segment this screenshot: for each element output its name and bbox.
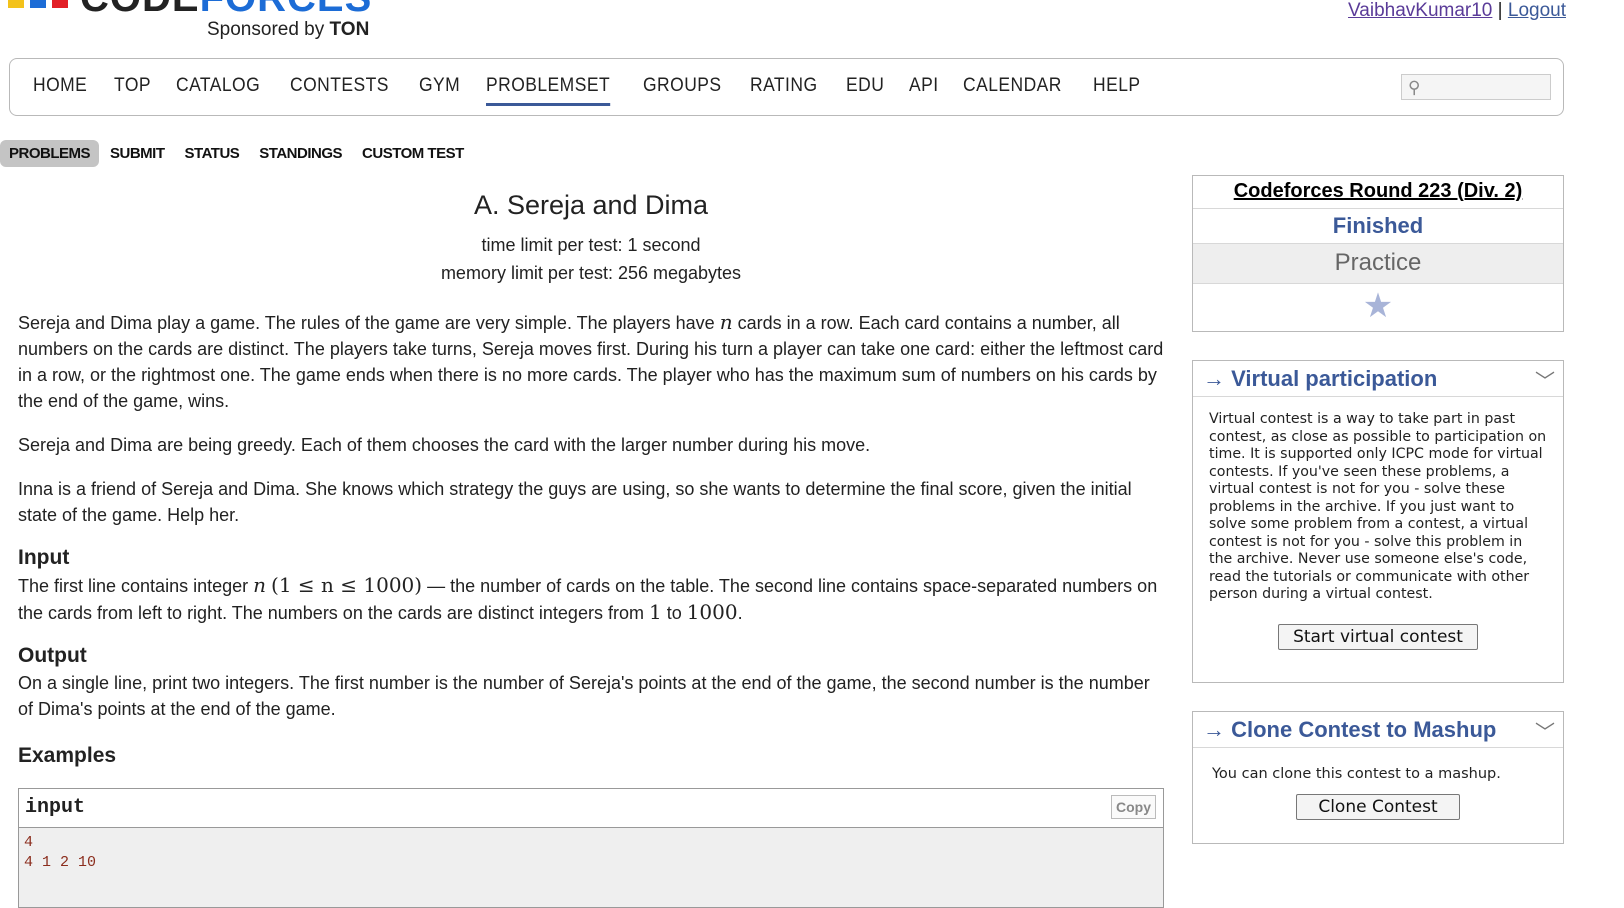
sample-test: input Copy 4 4 1 2 10 [18,788,1164,908]
contest-name-link[interactable]: Codeforces Round 223 (Div. 2) [1234,180,1523,202]
copy-button[interactable]: Copy [1111,795,1156,819]
legend-paragraph-1: Sereja and Dima play a game. The rules o… [18,310,1164,411]
contest-practice: Practice [1193,244,1563,284]
star-icon[interactable]: ★ [1193,284,1563,331]
time-limit: time limit per test: 1 second [481,235,701,255]
contest-phase: Finished [1193,209,1563,244]
chevron-down-icon[interactable]: ﹀ [1535,365,1555,394]
logo-bar-blue [30,0,46,8]
legend-paragraph-3: Inna is a friend of Sereja and Dima. She… [18,479,1132,525]
clone-contest-box: → Clone Contest to Mashup ﹀ You can clon… [1192,711,1564,844]
menu-item-api[interactable]: API [909,75,939,106]
sample-input-text[interactable]: 4 4 1 2 10 [19,828,1163,878]
logout-link[interactable]: Logout [1508,0,1566,21]
menu-item-contests[interactable]: CONTESTS [290,75,389,106]
problem-title: A. Sereja and Dima [473,190,709,220]
menu-item-top[interactable]: TOP [114,75,151,106]
contest-name: Codeforces Round 223 (Div. 2) [1193,176,1563,209]
subtab-submit[interactable]: SUBMIT [101,140,174,167]
memory-limit: memory limit per test: 256 megabytes [440,263,742,283]
logo-bar-red [52,0,68,8]
output-section-title: Output [18,644,87,667]
sample-input-header: input Copy [19,789,1163,828]
menu-item-problemset[interactable]: PROBLEMSET [485,75,611,106]
user-links: VaibhavKumar10 | Logout [1348,0,1566,21]
contest-info-box: Codeforces Round 223 (Div. 2) Finished P… [1192,175,1564,332]
menu-item-home[interactable]: HOME [33,75,87,106]
menu-item-rating[interactable]: RATING [750,75,818,106]
subtab-status[interactable]: STATUS [176,140,249,167]
virtual-participation-box: → Virtual participation ﹀ Virtual contes… [1192,360,1564,683]
problemset-subtabs: PROBLEMS SUBMIT STATUS STANDINGS CUSTOM TEST [0,140,475,167]
input-section-title: Input [18,546,70,569]
menu-item-edu[interactable]: EDU [846,75,884,106]
magnifier-icon: ⚲ [1408,78,1421,97]
clone-contest-text: You can clone this contest to a mashup. [1212,766,1501,782]
logo-wordmark: CODEFORCES [80,0,372,21]
menu-item-calendar[interactable]: CALENDAR [963,75,1062,106]
menu-item-gym[interactable]: GYM [419,75,460,106]
virtual-participation-caption[interactable]: → Virtual participation ﹀ [1193,361,1563,397]
clone-contest-caption[interactable]: → Clone Contest to Mashup ﹀ [1193,712,1563,748]
sponsor-text: Sponsored by TON [207,19,370,40]
menu-item-help[interactable]: HELP [1093,75,1141,106]
logo-bar-yellow [8,0,24,8]
input-spec: The first line contains integer n (1 ≤ n… [18,573,1158,624]
virtual-participation-text: Virtual contest is a way to take part in… [1209,411,1547,602]
menu-item-catalog[interactable]: CATALOG [176,75,260,106]
menu-item-groups[interactable]: GROUPS [643,75,722,106]
search-input[interactable]: ⚲ [1401,74,1551,100]
legend-paragraph-2: Sereja and Dima are being greedy. Each o… [18,435,871,455]
output-spec: On a single line, print two integers. Th… [18,673,1150,719]
subtab-standings[interactable]: STANDINGS [250,140,351,167]
username-link[interactable]: VaibhavKumar10 [1348,0,1492,21]
subtab-custom-test[interactable]: CUSTOM TEST [353,140,473,167]
start-virtual-contest-button[interactable]: Start virtual contest [1278,623,1478,650]
examples-title: Examples [18,744,117,767]
problem-statement: A. Sereja and Dima time limit per test: … [18,190,1164,768]
chevron-down-icon[interactable]: ﹀ [1535,716,1555,745]
main-menu: HOME TOP CATALOG CONTESTS GYM PROBLEMSET GROUP… [9,58,1564,116]
clone-contest-button[interactable]: Clone Contest [1296,794,1460,820]
subtab-problems[interactable]: PROBLEMS [0,140,100,167]
codeforces-logo[interactable]: CODEFORCES Sponsored by TON [0,0,400,46]
